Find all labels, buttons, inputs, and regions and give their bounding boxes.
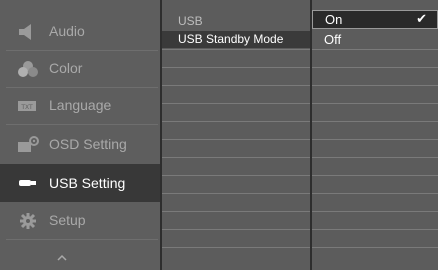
menu-item-audio[interactable]: Audio [0, 14, 160, 50]
option-on[interactable]: On ✔ [312, 10, 438, 29]
divider [162, 211, 310, 212]
checkmark-icon: ✔ [416, 12, 427, 27]
divider [162, 175, 310, 176]
menu-item-usb-setting[interactable]: USB Setting [0, 164, 160, 202]
divider [162, 247, 310, 248]
divider [312, 211, 438, 212]
menu-item-label: OSD Setting [49, 136, 127, 152]
option-label: Off [324, 32, 342, 47]
menu-item-label: Language [49, 97, 112, 113]
divider [312, 67, 438, 68]
divider [312, 103, 438, 104]
gear-icon [20, 213, 36, 229]
submenu-item-label: USB Standby Mode [178, 32, 284, 46]
divider [162, 85, 310, 86]
option-off[interactable]: Off [312, 31, 438, 48]
speaker-icon [19, 24, 31, 40]
main-menu: Audio Color TXT Language OSD Setting USB… [0, 0, 160, 270]
submenu: USB USB Standby Mode [162, 0, 310, 270]
divider [312, 157, 438, 158]
submenu-item-label: USB [178, 14, 203, 28]
svg-text:TXT: TXT [20, 104, 33, 111]
divider [162, 193, 310, 194]
chevron-up-icon [57, 254, 67, 261]
divider [162, 157, 310, 158]
divider [162, 139, 310, 140]
scroll-up-button[interactable] [0, 245, 160, 270]
submenu-item-usb-standby-mode[interactable]: USB Standby Mode [162, 31, 310, 48]
divider [6, 124, 158, 125]
divider [6, 239, 158, 240]
language-icon: TXT [18, 101, 36, 111]
menu-item-label: USB Setting [49, 175, 126, 191]
divider [312, 49, 438, 50]
divider [312, 139, 438, 140]
menu-item-setup[interactable]: Setup [0, 203, 160, 239]
menu-item-language[interactable]: TXT Language [0, 88, 160, 124]
divider [162, 67, 310, 68]
divider [162, 121, 310, 122]
divider [312, 121, 438, 122]
divider [162, 49, 310, 50]
menu-item-color[interactable]: Color [0, 51, 160, 87]
divider [312, 229, 438, 230]
submenu-item-usb[interactable]: USB [162, 13, 310, 30]
osd-setting-icon [18, 136, 39, 152]
divider [312, 85, 438, 86]
usb-icon [19, 180, 36, 186]
menu-item-label: Audio [49, 23, 85, 39]
color-palette-icon [18, 61, 38, 77]
divider [312, 247, 438, 248]
menu-item-label: Color [49, 60, 83, 76]
monitor-osd-menu: Audio Color TXT Language OSD Setting USB… [0, 0, 438, 270]
divider [162, 229, 310, 230]
menu-item-label: Setup [49, 212, 86, 228]
options-panel: On ✔ Off [312, 0, 438, 270]
option-label: On [325, 12, 343, 27]
divider [312, 193, 438, 194]
menu-item-osd-setting[interactable]: OSD Setting [0, 127, 160, 163]
divider [162, 103, 310, 104]
divider [312, 175, 438, 176]
